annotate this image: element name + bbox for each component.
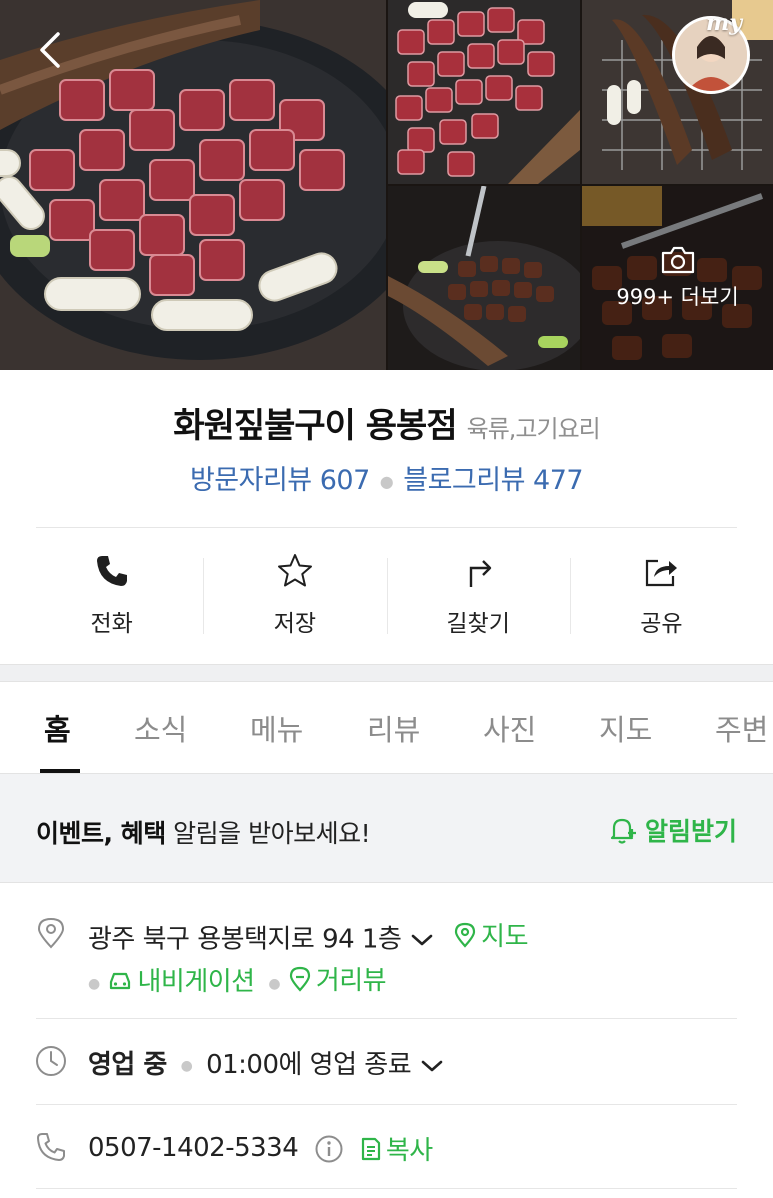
save-button[interactable]: 저장 — [203, 552, 386, 642]
separator-dot: ● — [88, 976, 100, 992]
photo-2[interactable] — [388, 0, 580, 184]
streetview-link[interactable]: 거리뷰 — [288, 960, 387, 997]
star-icon — [277, 554, 312, 587]
car-icon — [110, 972, 131, 989]
phone-number[interactable]: 0507-1402-5334 — [88, 1133, 299, 1163]
camera-icon — [661, 246, 694, 274]
chevron-down-icon[interactable] — [419, 1057, 445, 1075]
tab-reviews[interactable]: 리뷰 — [367, 707, 420, 749]
hours-line[interactable]: 영업 중 ● 01:00에 영업 종료 — [88, 1044, 445, 1081]
tab-menu[interactable]: 메뉴 — [250, 707, 303, 749]
map-pin-icon — [455, 922, 476, 948]
copy-label: 복사 — [385, 1136, 433, 1166]
directions-icon — [469, 560, 492, 587]
visitor-review-link[interactable]: 방문자리뷰 607 — [190, 465, 370, 496]
blog-review-link[interactable]: 블로그리뷰 477 — [403, 465, 583, 496]
place-category: 육류,고기요리 — [466, 415, 601, 443]
subscribe-alert-label: 알림받기 — [644, 817, 737, 846]
directions-button[interactable]: 길찾기 — [386, 552, 570, 642]
notification-banner: 이벤트, 혜택 알림을 받아보세요! 알림받기 — [0, 774, 773, 883]
call-label: 전화 — [90, 611, 133, 637]
info-icon[interactable] — [314, 1134, 344, 1164]
divider — [36, 1018, 737, 1019]
save-label: 저장 — [273, 611, 317, 637]
place-name: 화원짚불구이 용봉점 — [173, 406, 457, 446]
place-header: 화원짚불구이 용봉점 육류,고기요리 — [0, 398, 773, 447]
chevron-down-icon[interactable] — [409, 931, 435, 949]
phone-outline-icon — [37, 1133, 65, 1161]
back-button[interactable] — [30, 28, 70, 72]
tab-nearby[interactable]: 주변 — [715, 707, 768, 749]
tab-photos[interactable]: 사진 — [483, 707, 536, 749]
review-counts: 방문자리뷰 607 ● 블로그리뷰 477 — [0, 458, 773, 497]
call-button[interactable]: 전화 — [20, 552, 203, 642]
active-tab-indicator — [40, 769, 80, 773]
copy-button[interactable]: 복사 — [358, 1130, 433, 1167]
photo-gallery: my 999+ 더보기 — [0, 0, 773, 370]
photo-3[interactable]: my — [582, 0, 773, 184]
divider — [36, 527, 737, 528]
separator-dot: ● — [379, 472, 394, 491]
location-pin-icon — [37, 917, 65, 949]
chevron-left-icon — [40, 32, 60, 68]
open-status: 영업 중 — [88, 1050, 167, 1080]
map-link[interactable]: 지도 — [453, 916, 528, 953]
separator-dot: ● — [180, 1057, 193, 1074]
subscribe-alert-button[interactable]: 알림받기 — [607, 812, 737, 848]
address-line: 광주 북구 용봉택지로 94 1층 지도 — [88, 916, 528, 956]
divider — [36, 1188, 737, 1189]
address-text: 광주 북구 용봉택지로 94 1층 — [88, 924, 402, 955]
section-gap — [0, 664, 773, 682]
phone-icon — [96, 556, 127, 586]
streetview-label: 거리뷰 — [315, 966, 387, 996]
action-bar: 전화 저장 길찾기 공유 — [20, 552, 753, 642]
tab-map[interactable]: 지도 — [599, 707, 652, 749]
tab-news[interactable]: 소식 — [134, 707, 187, 749]
notification-text: 이벤트, 혜택 알림을 받아보세요! — [36, 814, 371, 850]
closing-time: 01:00에 영업 종료 — [206, 1050, 412, 1080]
more-photos-button[interactable]: 999+ 더보기 — [582, 186, 773, 370]
directions-label: 길찾기 — [446, 611, 510, 637]
map-label: 지도 — [481, 922, 528, 952]
clock-icon — [36, 1046, 66, 1076]
tab-home[interactable]: 홈 — [44, 707, 71, 749]
photo-4[interactable] — [388, 186, 580, 370]
separator-dot: ● — [268, 976, 281, 992]
notification-bold: 이벤트, 혜택 — [36, 819, 166, 848]
bell-plus-icon — [610, 818, 636, 844]
tab-bar: 홈 소식 메뉴 리뷰 사진 지도 주변 — [0, 681, 773, 774]
copy-icon — [361, 1137, 380, 1160]
share-label: 공유 — [640, 611, 683, 637]
notification-rest: 알림을 받아보세요! — [165, 819, 371, 848]
navigation-link[interactable]: 내비게이션 — [107, 961, 255, 998]
phone-line: 0507-1402-5334 복사 — [88, 1130, 433, 1167]
streetview-icon — [289, 966, 310, 992]
divider — [36, 1104, 737, 1105]
address-links: ● 내비게이션 ● 거리뷰 — [88, 960, 387, 999]
share-button[interactable]: 공유 — [569, 552, 753, 642]
more-photos-label: 999+ 더보기 — [616, 285, 739, 309]
my-badge: my — [706, 10, 743, 36]
navigation-label: 내비게이션 — [137, 967, 255, 997]
share-icon — [646, 559, 678, 587]
